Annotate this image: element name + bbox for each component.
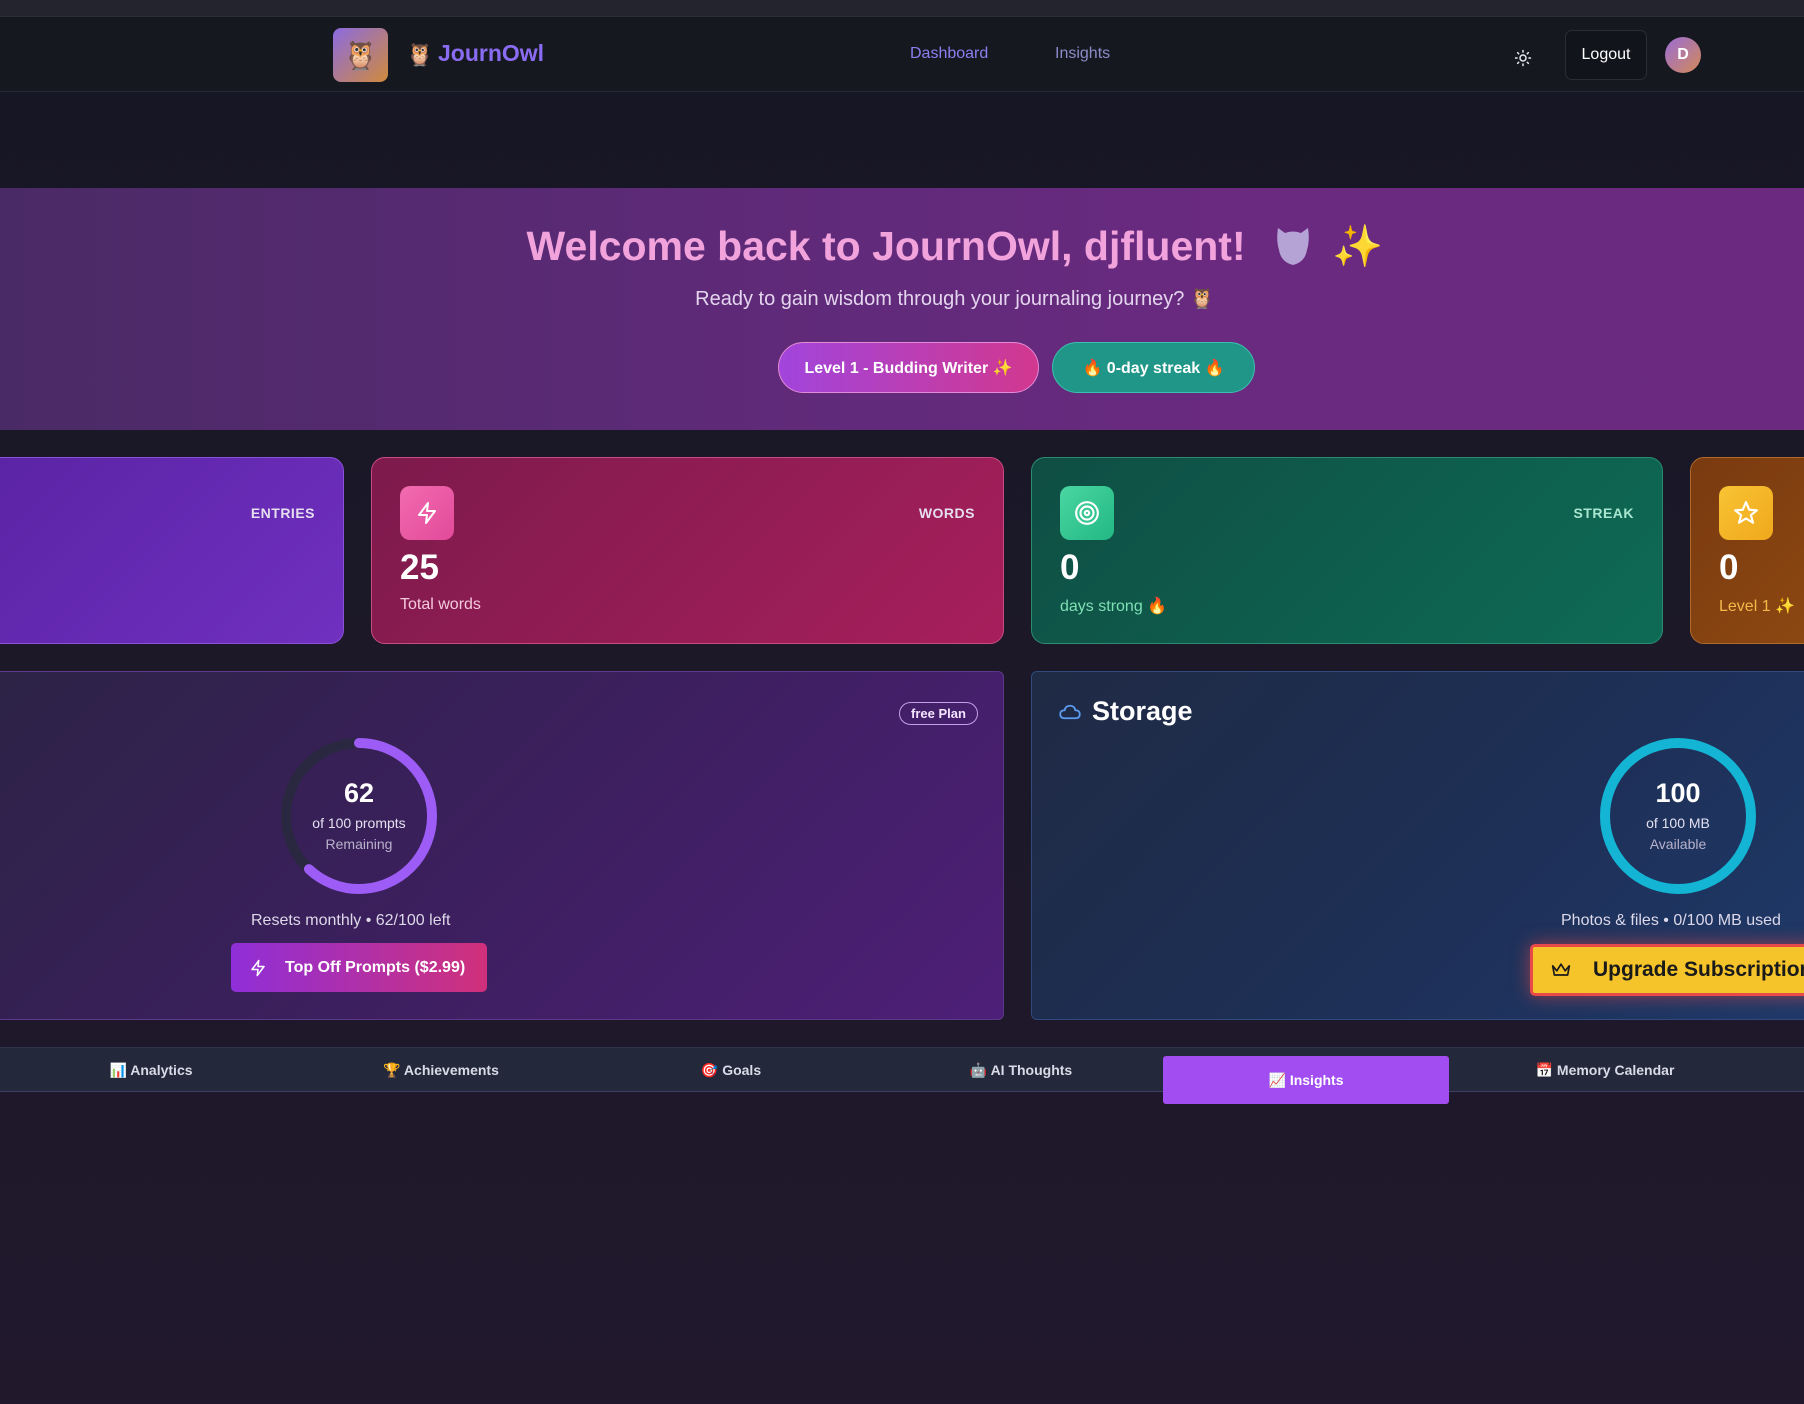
level-value: 0 — [1719, 548, 1739, 587]
prompts-panel: free Plan 62 of 100 prompts Remaining Re… — [0, 671, 1004, 1020]
browser-top-strip — [0, 0, 1804, 17]
storage-panel: Storage 100 of 100 MB Available Photos &… — [1031, 671, 1804, 1020]
owl-icon — [1277, 228, 1309, 265]
words-value: 25 — [400, 548, 439, 587]
star-icon — [1719, 486, 1773, 540]
welcome-hero: Welcome back to JournOwl, djfluent! ✨ Re… — [0, 188, 1804, 430]
prompts-ring-text: 62 of 100 prompts Remaining — [279, 778, 439, 852]
entries-stat-card[interactable]: ENTRIES — [0, 457, 344, 644]
level-caption: Level 1 ✨ — [1719, 598, 1795, 615]
words-caption: Total words — [400, 596, 481, 613]
dashboard-tabs: 📊 Analytics 🏆 Achievements 🎯 Goals 🤖 AI … — [0, 1047, 1804, 1104]
words-stat-card[interactable]: WORDS 25 Total words — [371, 457, 1004, 644]
storage-ring-text: 100 of 100 MB Available — [1598, 778, 1758, 852]
tab-ai-thoughts[interactable]: 🤖 AI Thoughts — [890, 1048, 1152, 1093]
prompts-remaining-count: 62 — [343, 778, 375, 808]
target-icon — [1060, 486, 1114, 540]
prompts-reset-text: Resets monthly • 62/100 left — [251, 912, 451, 929]
user-avatar[interactable]: D — [1665, 37, 1701, 73]
cloud-icon — [1059, 704, 1081, 720]
streak-stat-card[interactable]: STREAK 0 days strong 🔥 — [1031, 457, 1663, 644]
tab-memory-calendar[interactable]: 📅 Memory Calendar — [1474, 1048, 1736, 1093]
prompts-total-label: of 100 prompts — [312, 815, 406, 831]
owl-logo-icon: 🦉 — [343, 39, 378, 71]
sun-icon — [1514, 49, 1532, 67]
topoff-prompts-button[interactable]: Top Off Prompts ($2.99) — [231, 943, 487, 992]
level-badge: Level 1 - Budding Writer ✨ — [778, 342, 1039, 393]
upgrade-subscription-button[interactable]: Upgrade Subscription — [1530, 944, 1804, 996]
tab-achievements[interactable]: 🏆 Achievements — [310, 1048, 572, 1093]
storage-available-amount: 100 — [1655, 778, 1701, 808]
storage-title: Storage — [1092, 696, 1193, 726]
streak-badge: 🔥 0-day streak 🔥 — [1052, 342, 1255, 393]
brand-name[interactable]: JournOwl — [438, 40, 544, 67]
crown-icon — [1551, 963, 1571, 976]
prompts-status: Remaining — [325, 836, 393, 852]
streak-value: 0 — [1060, 548, 1080, 587]
nav-link-dashboard[interactable]: Dashboard — [910, 45, 988, 63]
hero-subtitle: Ready to gain wisdom through your journa… — [695, 288, 1215, 310]
app-logo[interactable]: 🦉 — [333, 28, 388, 82]
nav-link-insights[interactable]: Insights — [1055, 45, 1110, 63]
words-label: WORDS — [918, 505, 975, 521]
brand-owl-icon: 🦉 — [406, 42, 434, 67]
tab-goals[interactable]: 🎯 Goals — [600, 1048, 862, 1093]
storage-usage-text: Photos & files • 0/100 MB used — [1561, 912, 1781, 929]
lightning-icon — [400, 486, 454, 540]
top-navbar: 🦉 🦉 JournOwl Dashboard Insights Logout D — [0, 17, 1804, 92]
hero-title: Welcome back to JournOwl, djfluent! ✨ — [0, 223, 1804, 271]
logout-button[interactable]: Logout — [1565, 30, 1647, 80]
topoff-prompts-label: Top Off Prompts ($2.99) — [285, 958, 466, 976]
plan-badge: free Plan — [899, 702, 978, 725]
lightning-icon — [251, 959, 265, 976]
theme-toggle-button[interactable] — [1508, 43, 1538, 73]
level-stat-card[interactable]: 0 Level 1 ✨ — [1690, 457, 1804, 644]
tab-analytics[interactable]: 📊 Analytics — [20, 1048, 282, 1093]
upgrade-subscription-label: Upgrade Subscription — [1593, 958, 1804, 981]
storage-status: Available — [1649, 836, 1707, 852]
entries-label: ENTRIES — [250, 505, 315, 521]
storage-total-label: of 100 MB — [1646, 815, 1710, 831]
hero-title-text: Welcome back to JournOwl, djfluent! — [526, 223, 1246, 269]
streak-caption: days strong 🔥 — [1060, 598, 1168, 615]
tab-insights[interactable]: 📈 Insights — [1163, 1056, 1449, 1104]
sparkles-icon: ✨ — [1332, 223, 1384, 269]
streak-label: STREAK — [1573, 505, 1634, 521]
